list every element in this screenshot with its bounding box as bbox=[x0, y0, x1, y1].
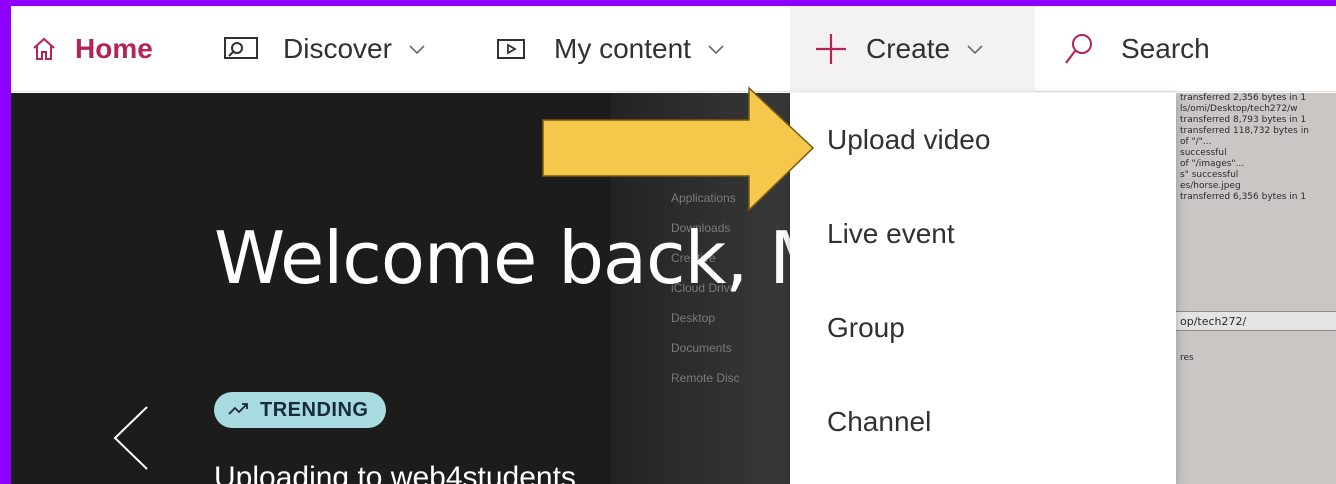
chevron-down-icon bbox=[966, 43, 984, 55]
log-line: s" successful bbox=[1180, 170, 1239, 180]
chevron-down-icon bbox=[707, 43, 725, 55]
discover-icon bbox=[223, 35, 259, 63]
log-line: successful bbox=[1180, 148, 1227, 158]
home-icon bbox=[31, 36, 57, 62]
trending-icon bbox=[228, 399, 250, 422]
menu-item-group[interactable]: Group bbox=[790, 281, 1176, 375]
welcome-heading: Welcome back, M bbox=[214, 216, 831, 300]
hero-video-title[interactable]: Uploading to web4students bbox=[214, 461, 576, 484]
carousel-prev-button[interactable] bbox=[109, 403, 153, 473]
log-line: ls/omi/Desktop/tech272/w bbox=[1180, 104, 1298, 114]
nav-my-content[interactable]: My content bbox=[496, 6, 725, 92]
log-line: transferred 118,732 bytes in bbox=[1180, 126, 1309, 136]
play-icon bbox=[496, 37, 526, 61]
log-line: es/horse.jpeg bbox=[1180, 181, 1241, 191]
nav-home[interactable]: Home bbox=[31, 6, 153, 92]
menu-item-channel[interactable]: Channel bbox=[790, 375, 1176, 469]
log-line: res bbox=[1180, 353, 1194, 363]
top-nav: Home Discover My content Create Search bbox=[11, 6, 1336, 92]
create-dropdown-menu: Upload video Live event Group Channel bbox=[790, 93, 1176, 484]
background-sidebar-item: Desktop bbox=[671, 311, 716, 325]
nav-create[interactable]: Create bbox=[790, 6, 1035, 92]
nav-discover[interactable]: Discover bbox=[223, 6, 426, 92]
log-line: of "/"... bbox=[1180, 137, 1212, 147]
log-line: transferred 6,356 bytes in 1 bbox=[1180, 192, 1307, 202]
trending-badge-label: TRENDING bbox=[260, 398, 369, 421]
annotation-arrow-icon bbox=[531, 82, 821, 227]
background-sidebar-item: Remote Disc bbox=[671, 371, 740, 385]
path-bar: op/tech272/ bbox=[1176, 311, 1336, 331]
background-log: transferred 2,356 bytes in 1 ls/omi/Desk… bbox=[1176, 93, 1336, 484]
log-line: of "/images"... bbox=[1180, 159, 1245, 169]
menu-item-live-event[interactable]: Live event bbox=[790, 187, 1176, 281]
app-window: Home Discover My content Create Search A… bbox=[11, 6, 1336, 484]
menu-item-upload-video[interactable]: Upload video bbox=[790, 93, 1176, 187]
plus-icon bbox=[814, 32, 848, 66]
nav-home-label: Home bbox=[75, 33, 153, 64]
nav-search[interactable]: Search bbox=[1063, 6, 1210, 92]
log-line: transferred 2,356 bytes in 1 bbox=[1180, 93, 1307, 103]
chevron-left-icon bbox=[109, 406, 153, 477]
trending-badge: TRENDING bbox=[214, 392, 387, 428]
log-line: transferred 8,793 bytes in 1 bbox=[1180, 115, 1307, 125]
chevron-down-icon bbox=[408, 43, 426, 55]
background-sidebar-item: Documents bbox=[671, 341, 732, 355]
search-label: Search bbox=[1121, 33, 1210, 64]
nav-my-content-label: My content bbox=[554, 33, 691, 64]
nav-create-label: Create bbox=[866, 33, 951, 64]
search-icon bbox=[1063, 32, 1095, 66]
nav-discover-label: Discover bbox=[283, 33, 392, 64]
